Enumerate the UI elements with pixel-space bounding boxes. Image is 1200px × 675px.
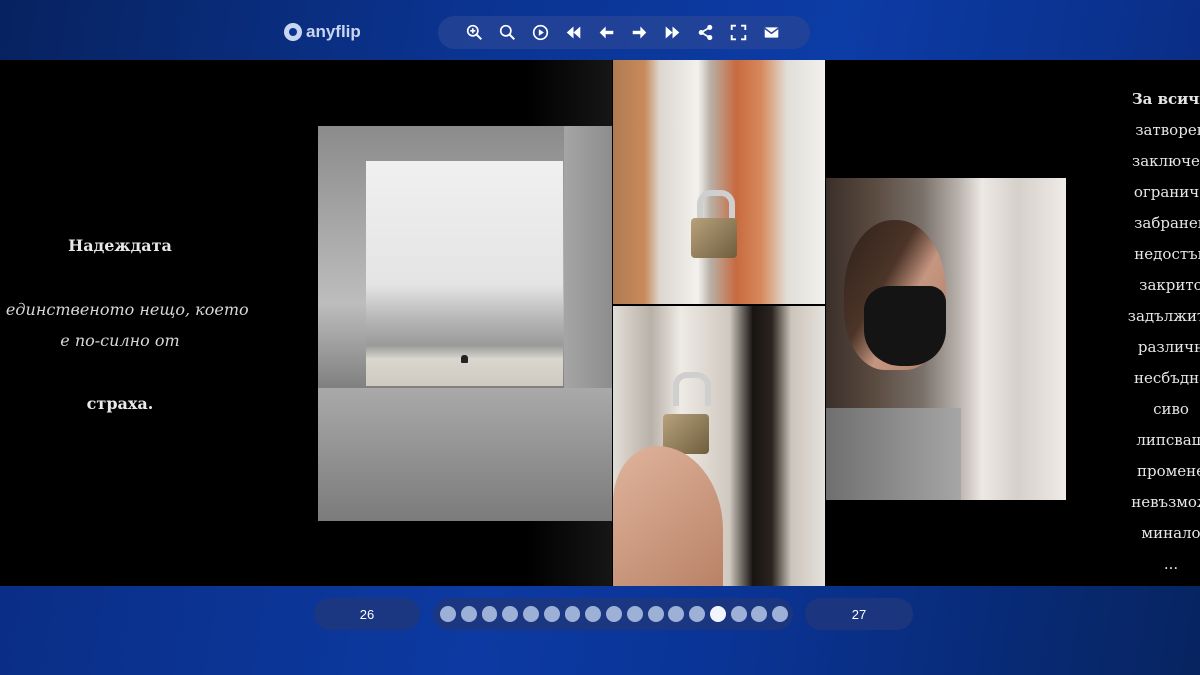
word-item: невъзмож — [1131, 493, 1200, 511]
page-dot[interactable] — [689, 606, 706, 622]
previous-page-button[interactable] — [590, 16, 623, 49]
page-dot[interactable] — [543, 606, 560, 622]
email-button[interactable] — [755, 16, 788, 49]
page-dot[interactable] — [730, 606, 747, 622]
word-item: забранен — [1134, 214, 1200, 232]
viewer-toolbar — [438, 16, 810, 49]
zoom-in-icon — [466, 24, 483, 41]
quote-ending: страха. — [86, 394, 154, 413]
word-item: закрито — [1139, 276, 1200, 294]
fullscreen-icon — [730, 24, 747, 41]
autoplay-icon — [532, 24, 549, 41]
zoom-in-button[interactable] — [458, 16, 491, 49]
logo-text: anyflip — [306, 22, 361, 41]
word-item: затворен — [1135, 121, 1200, 139]
page-dot[interactable] — [647, 606, 664, 622]
quote-title: Надеждата — [68, 236, 172, 255]
face-mask — [864, 286, 946, 366]
top-bar: anyflip — [0, 0, 1200, 60]
flipbook-stage[interactable]: Надеждата е единственото нещо, което е п… — [0, 60, 1200, 586]
word-item: За всичк — [1131, 90, 1200, 108]
page-dot[interactable] — [668, 606, 685, 622]
left-page-number-button[interactable]: 26 — [314, 598, 420, 630]
page-dot[interactable] — [481, 606, 498, 622]
previous-page-icon — [599, 26, 614, 39]
fullscreen-button[interactable] — [722, 16, 755, 49]
page-dot[interactable] — [502, 606, 519, 622]
word-item: различн — [1137, 338, 1200, 356]
first-page-button[interactable] — [557, 16, 590, 49]
hand-shape — [613, 446, 723, 586]
masked-woman-photo — [826, 178, 1066, 500]
last-page-button[interactable] — [656, 16, 689, 49]
share-icon — [698, 24, 713, 41]
sitting-person-silhouette — [461, 355, 468, 363]
last-page-icon — [665, 26, 680, 39]
page-dot[interactable] — [460, 606, 477, 622]
right-page-number-button[interactable]: 27 — [805, 598, 913, 630]
first-page-icon — [566, 26, 581, 39]
word-item: минало — [1141, 524, 1200, 542]
page-dots — [433, 598, 793, 630]
sea-view-window — [366, 161, 563, 386]
right-page-word-list: За всичк затворен заключен ограниче забр… — [1096, 84, 1200, 580]
next-page-icon — [632, 26, 647, 39]
word-item: липсваш — [1136, 431, 1200, 449]
page-dot[interactable] — [564, 606, 581, 622]
page-dot[interactable] — [523, 606, 539, 622]
share-button[interactable] — [689, 16, 722, 49]
word-item: заключен — [1132, 152, 1200, 170]
page-dot-active[interactable] — [709, 606, 726, 622]
word-item: промене — [1136, 462, 1200, 480]
padlock-body — [691, 218, 737, 258]
grey-coat — [826, 408, 961, 500]
page-dot[interactable] — [626, 606, 643, 622]
padlock-hand-photo — [613, 306, 825, 586]
autoplay-button[interactable] — [524, 16, 557, 49]
padlock-shackle — [673, 372, 711, 406]
quote-line-1: е единственото нещо, което — [0, 300, 249, 319]
word-item: задължите — [1127, 307, 1200, 325]
anyflip-logo-icon — [284, 23, 302, 41]
padlock-photo-top — [613, 60, 825, 304]
page-dot[interactable] — [440, 606, 456, 622]
next-page-button[interactable] — [623, 16, 656, 49]
page-dot[interactable] — [585, 606, 602, 622]
quote-line-2: е по-силно от — [60, 331, 180, 350]
bottom-bar: 26 27 — [0, 586, 1200, 675]
corridor-floor — [318, 388, 612, 521]
page-dot[interactable] — [772, 606, 789, 622]
page-dot[interactable] — [606, 606, 622, 622]
search-icon — [499, 24, 516, 41]
search-button[interactable] — [491, 16, 524, 49]
word-item: недостъп — [1134, 245, 1200, 263]
page-dot[interactable] — [751, 606, 768, 622]
word-item: сиво — [1153, 400, 1189, 418]
corridor-sea-photo — [318, 126, 612, 521]
word-item: несбъдна — [1133, 369, 1200, 387]
word-item: ограниче — [1133, 183, 1200, 201]
email-icon — [764, 27, 779, 38]
anyflip-logo[interactable]: anyflip — [284, 20, 361, 44]
word-item: ... — [1163, 555, 1179, 573]
